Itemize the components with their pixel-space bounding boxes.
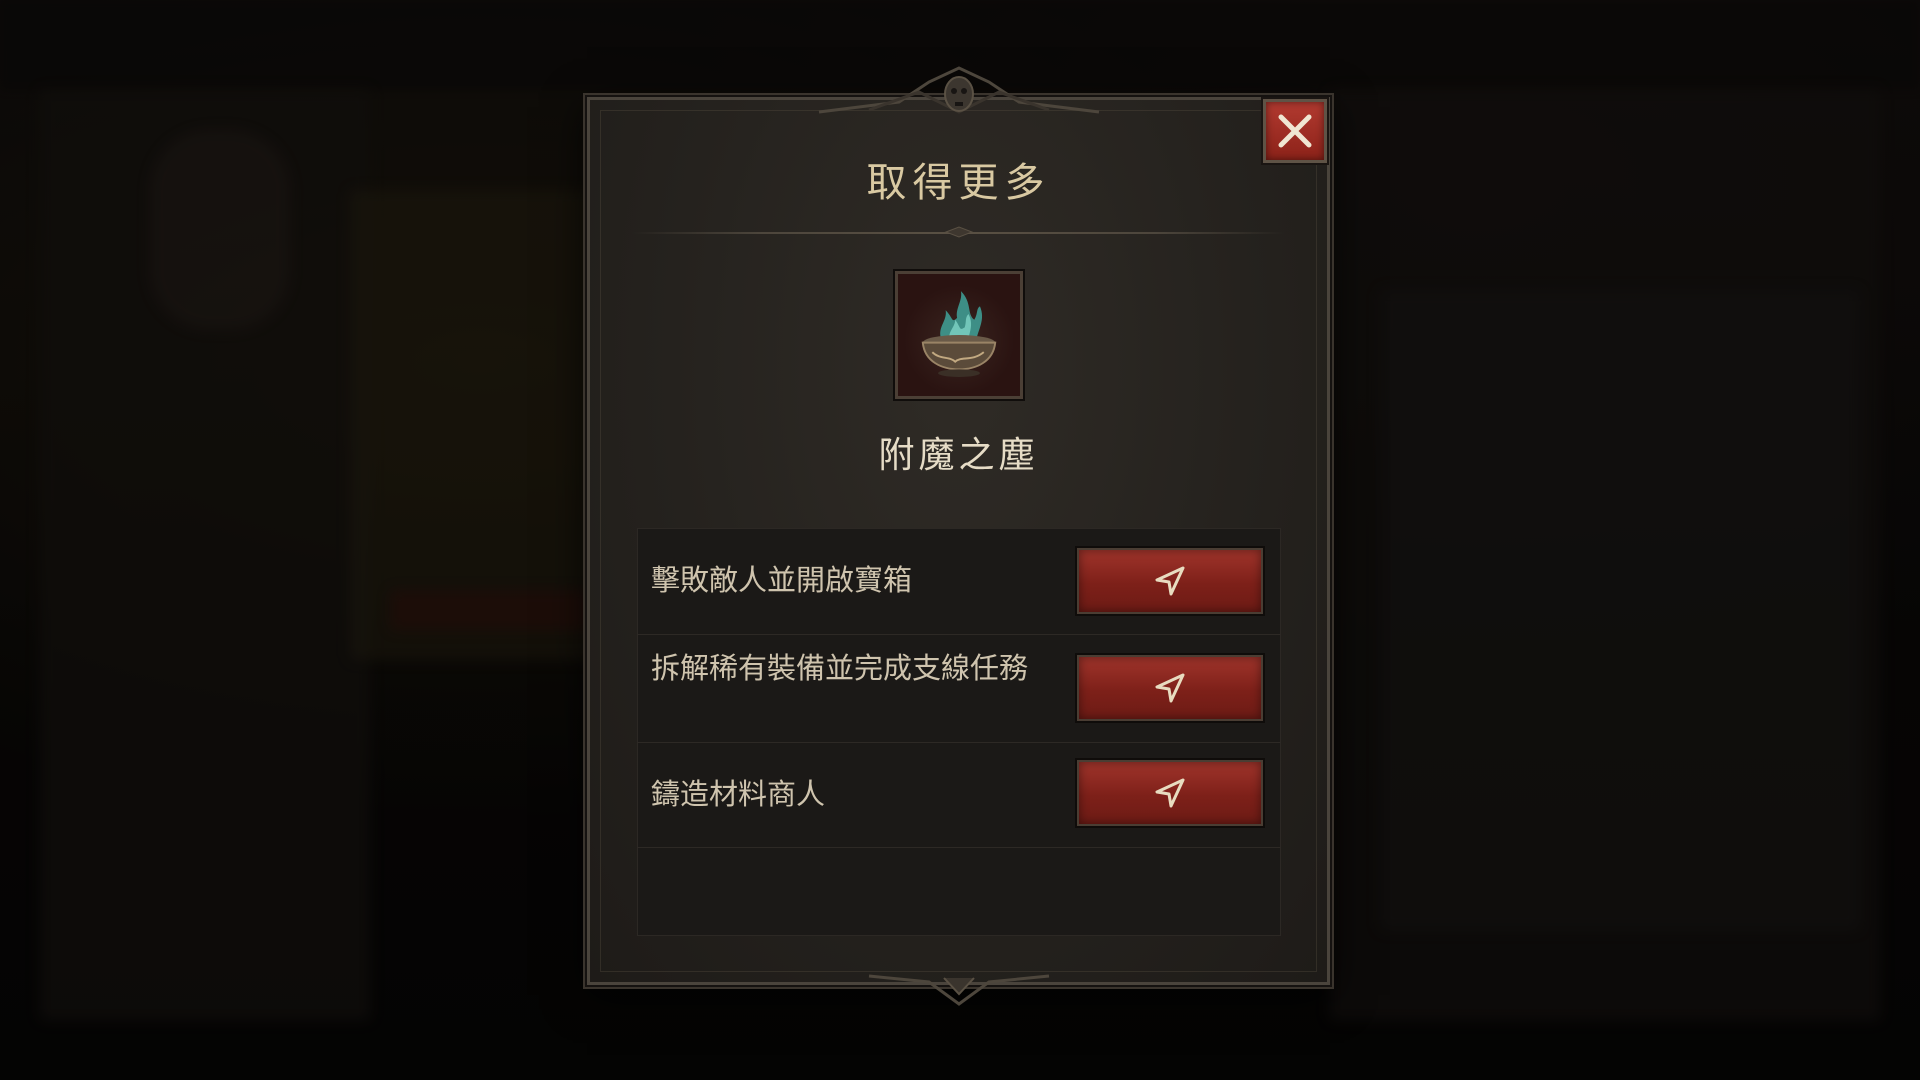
navigate-arrow-icon: [1155, 566, 1185, 596]
source-row: 擊敗敵人並開啟寶箱: [637, 528, 1281, 635]
item-name: 附魔之塵: [878, 435, 1039, 476]
navigate-arrow-icon: [1155, 673, 1185, 703]
divider-gem-icon: [944, 226, 974, 238]
source-row: 拆解稀有裝備並完成支線任務: [637, 635, 1281, 743]
source-label: 擊敗敵人並開啟寶箱: [651, 563, 913, 597]
skull-ornament-icon: [818, 66, 1099, 114]
source-row: 鑄造材料商人: [637, 743, 1281, 848]
navigate-button-material-vendor[interactable]: [1077, 760, 1263, 826]
bottom-ornament-icon: [868, 974, 1049, 1006]
item-icon-frame: [895, 271, 1023, 399]
close-x-icon: [1278, 114, 1312, 148]
navigate-button-defeat-enemies[interactable]: [1077, 548, 1263, 614]
source-label: 拆解稀有裝備並完成支線任務: [651, 651, 1029, 685]
dialog-title: 取得更多: [866, 160, 1051, 206]
source-label: 鑄造材料商人: [651, 777, 826, 811]
enchanting-dust-bowl-icon: [898, 274, 1020, 396]
navigate-arrow-icon: [1155, 778, 1185, 808]
navigate-button-salvage-gear[interactable]: [1077, 655, 1263, 721]
